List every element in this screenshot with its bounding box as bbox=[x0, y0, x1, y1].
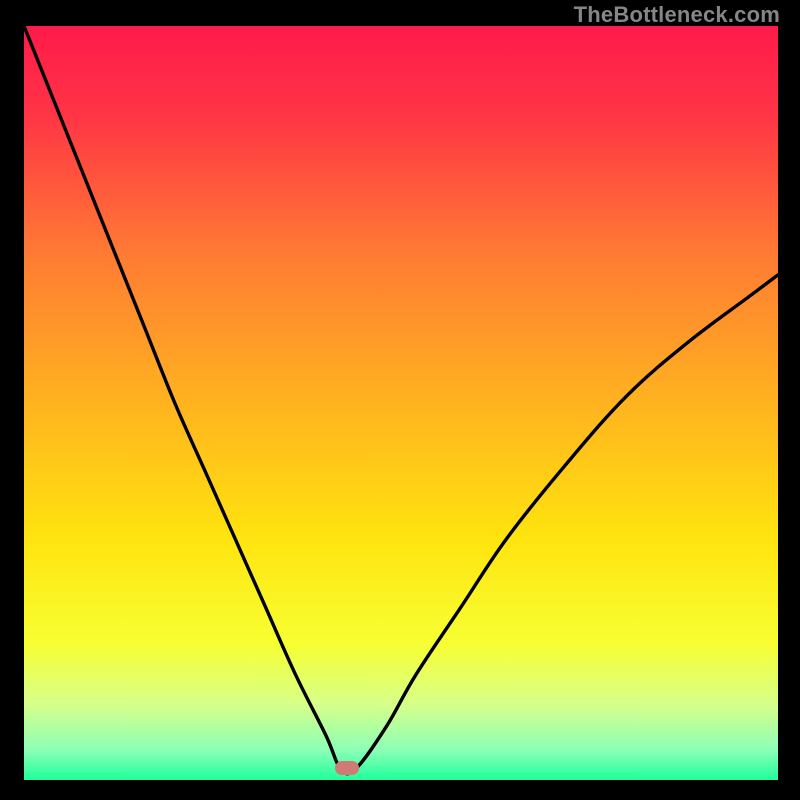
chart-frame: TheBottleneck.com bbox=[0, 0, 800, 800]
minimum-marker bbox=[335, 761, 359, 775]
watermark-text: TheBottleneck.com bbox=[574, 2, 780, 28]
plot-area bbox=[24, 26, 778, 780]
bottleneck-curve bbox=[24, 26, 778, 774]
curve-layer bbox=[24, 26, 778, 780]
